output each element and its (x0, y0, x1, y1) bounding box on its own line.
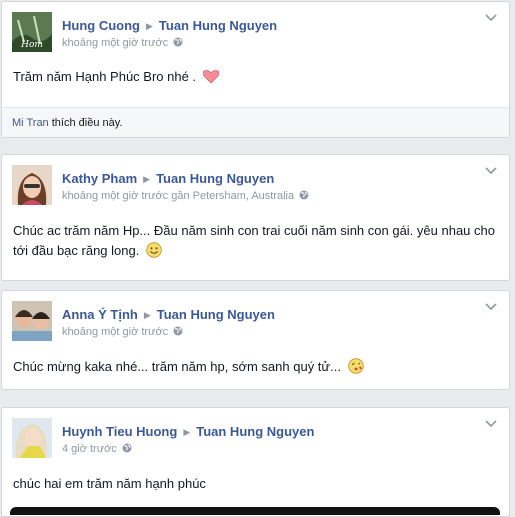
post-message: Chúc mừng kaka nhé... trăm năm hp, sớm s… (13, 357, 498, 377)
arrow-right-icon: ▶ (143, 174, 151, 184)
post-meta: 4 giờ trước (62, 442, 132, 456)
timestamp[interactable]: 4 giờ trước (62, 443, 117, 455)
avatar[interactable] (12, 418, 52, 458)
chevron-down-icon[interactable] (485, 303, 497, 311)
avatar[interactable] (12, 301, 52, 341)
author-link[interactable]: Huynh Tieu Huong (62, 424, 177, 439)
target-link[interactable]: Tuan Hung Nguyen (159, 18, 277, 33)
target-link[interactable]: Tuan Hung Nguyen (196, 424, 314, 439)
globe-icon (122, 443, 132, 453)
post-message: Trăm năm Hạnh Phúc Bro nhé . (13, 67, 498, 87)
globe-icon (173, 326, 183, 336)
post-message: chúc hai em trăm năm hạnh phúc (13, 474, 498, 494)
author-link[interactable]: Anna Ý Tịnh (62, 307, 138, 322)
author-link[interactable]: Kathy Pham (62, 171, 137, 186)
post-names: Huynh Tieu Huong ▶ Tuan Hung Nguyen (62, 424, 314, 441)
post-meta: khoảng một giờ trước (62, 36, 183, 50)
target-link[interactable]: Tuan Hung Nguyen (157, 307, 275, 322)
target-link[interactable]: Tuan Hung Nguyen (156, 171, 274, 186)
post-card: Huynh Tieu Huong ▶ Tuan Hung Nguyen 4 giờ … (1, 407, 510, 517)
post-card: Anna Ý Tịnh ▶ Tuan Hung Nguyen khoảng một … (1, 290, 510, 390)
likes-bar: Mi Tran thích điều này. (2, 107, 509, 137)
timestamp[interactable]: khoảng một giờ trước (62, 37, 168, 49)
chevron-down-icon[interactable] (485, 14, 497, 22)
post-meta: khoảng một giờ trước (62, 325, 183, 339)
timestamp[interactable]: khoảng một giờ trước (62, 326, 168, 338)
timestamp[interactable]: khoảng một giờ trước gần Petersham, Aust… (62, 190, 294, 202)
globe-icon (299, 190, 309, 200)
author-link[interactable]: Hung Cuong (62, 18, 140, 33)
globe-icon (173, 37, 183, 47)
post-meta: khoảng một giờ trước gần Petersham, Aust… (62, 189, 309, 203)
arrow-right-icon: ▶ (183, 427, 191, 437)
post-card: Hom Hung Cuong ▶ Tuan Hung Nguyen khoảng m… (1, 1, 510, 138)
message-text: chúc hai em trăm năm hạnh phúc (13, 476, 206, 491)
chevron-down-icon[interactable] (485, 167, 497, 175)
arrow-right-icon: ▶ (143, 310, 151, 320)
svg-text:Hom: Hom (20, 40, 43, 50)
post-card: Kathy Pham ▶ Tuan Hung Nguyen khoảng một g… (1, 154, 510, 281)
message-text: Chúc ac trăm năm Hp... Đầu năm sinh con … (13, 223, 495, 258)
post-names: Anna Ý Tịnh ▶ Tuan Hung Nguyen (62, 307, 275, 324)
smile-icon (146, 242, 162, 258)
heart-icon (202, 70, 219, 84)
arrow-right-icon: ▶ (145, 21, 153, 31)
post-names: Kathy Pham ▶ Tuan Hung Nguyen (62, 171, 274, 188)
chevron-down-icon[interactable] (485, 420, 497, 428)
kiss-icon (347, 358, 364, 374)
liker-link[interactable]: Mi Tran (12, 117, 49, 129)
media-preview[interactable] (10, 507, 500, 515)
message-text: Chúc mừng kaka nhé... trăm năm hp, sớm s… (13, 359, 341, 374)
avatar[interactable]: Hom (12, 12, 52, 52)
post-message: Chúc ac trăm năm Hp... Đầu năm sinh con … (13, 221, 498, 261)
avatar[interactable] (12, 165, 52, 205)
message-text: Trăm năm Hạnh Phúc Bro nhé . (13, 69, 197, 84)
likes-text: thích điều này. (51, 117, 123, 129)
post-names: Hung Cuong ▶ Tuan Hung Nguyen (62, 18, 277, 35)
